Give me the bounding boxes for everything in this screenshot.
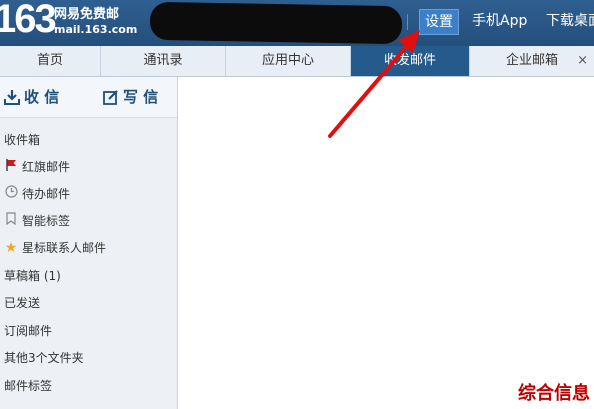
folder-flagged[interactable]: 红旗邮件: [0, 154, 177, 180]
redacted-account-area: [149, 1, 403, 45]
mobile-app-link[interactable]: 手机App: [472, 9, 527, 33]
write-mail-button[interactable]: 写 信: [103, 87, 158, 107]
folder-inbox[interactable]: 收件箱: [0, 127, 177, 153]
tab-enterprise-mail[interactable]: 企业邮箱 ×: [470, 46, 594, 76]
folder-label: 其他3个文件夹: [4, 351, 84, 365]
download-desktop-link[interactable]: 下载桌面: [546, 9, 594, 33]
top-header: 163 网易免费邮 mail.163.com 设置 手机App 下载桌面: [0, 0, 594, 46]
folder-todo[interactable]: 待办邮件: [0, 181, 177, 207]
settings-link[interactable]: 设置: [419, 9, 459, 35]
tab-enterprise-label: 企业邮箱: [505, 53, 558, 68]
tab-home[interactable]: 首页: [0, 46, 101, 76]
brand-block: 网易免费邮 mail.163.com: [54, 7, 137, 37]
close-icon[interactable]: ×: [577, 46, 588, 76]
folder-label: 邮件标签: [4, 379, 53, 393]
folder-other-folders[interactable]: 其他3个文件夹: [0, 345, 177, 371]
folder-label: 草稿箱 (1): [4, 269, 61, 283]
clock-icon: [4, 181, 18, 207]
folder-drafts[interactable]: 草稿箱 (1): [0, 263, 177, 289]
flag-icon: [4, 154, 18, 180]
folder-smart-tags[interactable]: 智能标签: [0, 208, 177, 234]
compose-row: 收 信 写 信: [0, 77, 177, 118]
logo[interactable]: 163: [0, 0, 57, 42]
compose-icon: [103, 90, 118, 105]
folder-label: 已发送: [4, 296, 41, 310]
bookmark-icon: [4, 208, 18, 234]
folder-label: 星标联系人邮件: [22, 241, 107, 255]
header-divider: [407, 14, 408, 30]
star-icon: ★: [4, 240, 18, 256]
watermark: 综合信息: [518, 383, 590, 404]
folder-label: 订阅邮件: [4, 324, 53, 338]
folder-sent[interactable]: 已发送: [0, 290, 177, 316]
folder-label: 收件箱: [4, 133, 41, 147]
tab-contacts[interactable]: 通讯录: [101, 46, 226, 76]
receive-mail-label: 收 信: [24, 88, 60, 106]
receive-mail-button[interactable]: 收 信: [4, 87, 59, 107]
brand-domain: mail.163.com: [54, 23, 138, 36]
folder-starred-contacts[interactable]: ★ 星标联系人邮件: [0, 235, 177, 261]
tab-app-center[interactable]: 应用中心: [226, 46, 351, 76]
folder-mail-tags[interactable]: 邮件标签: [0, 373, 177, 399]
write-mail-label: 写 信: [123, 88, 159, 106]
folder-label: 待办邮件: [22, 187, 71, 201]
folder-label: 智能标签: [22, 214, 71, 228]
folder-label: 红旗邮件: [22, 160, 71, 174]
download-icon: [4, 90, 20, 105]
folder-subscriptions[interactable]: 订阅邮件: [0, 318, 177, 344]
main-content: [178, 77, 594, 409]
tab-mail[interactable]: 收发邮件: [351, 46, 470, 76]
sidebar: 收 信 写 信 收件箱 红旗邮件 待办邮件 智能标签 ★ 星标联系人邮件 草稿箱…: [0, 77, 178, 409]
nav-tabs: 首页 通讯录 应用中心 收发邮件 企业邮箱 ×: [0, 46, 594, 77]
brand-title: 网易免费邮: [54, 7, 120, 22]
